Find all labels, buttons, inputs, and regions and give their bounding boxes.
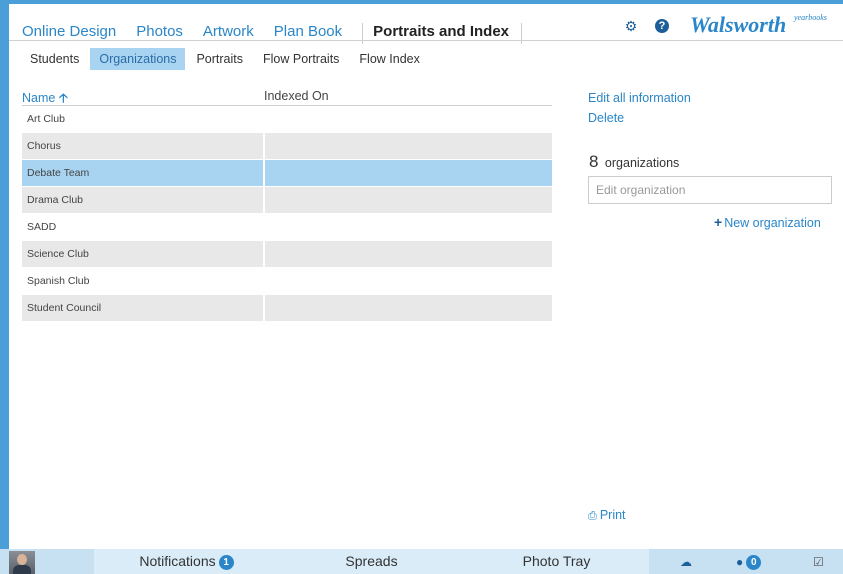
arrow-up-icon: 🡡	[58, 91, 68, 105]
row-name: Science Club	[22, 241, 263, 267]
subtab-organizations[interactable]: Organizations	[90, 48, 186, 70]
help-icon[interactable]: ?	[655, 19, 669, 33]
brand-logo[interactable]: Walsworth	[690, 12, 786, 38]
row-name: Art Club	[27, 113, 65, 125]
table-row[interactable]: SADD	[22, 214, 552, 241]
gear-icon[interactable]: ⚙	[624, 19, 638, 33]
organization-count: 8 organizations	[589, 152, 679, 172]
avatar-body	[13, 565, 31, 574]
edit-organization-input[interactable]	[588, 176, 832, 204]
photo-tray[interactable]: Photo Tray	[464, 549, 649, 574]
row-name: Student Council	[22, 295, 263, 321]
sub-tabs: Students Organizations Portraits Flow Po…	[21, 48, 431, 70]
avatar[interactable]	[9, 551, 35, 574]
subtab-students[interactable]: Students	[21, 48, 88, 70]
edit-all-information-link[interactable]: Edit all information	[588, 91, 691, 105]
tab-plan-book[interactable]: Plan Book	[274, 23, 342, 40]
row-indexed-on	[263, 160, 552, 186]
tab-artwork[interactable]: Artwork	[203, 23, 254, 40]
table-row[interactable]: Student Council	[22, 295, 552, 322]
organizations-table: Name 🡡 Indexed On Art Club Chorus Debate…	[22, 89, 552, 322]
row-indexed-on	[263, 106, 552, 132]
row-name: SADD	[27, 221, 57, 233]
subtab-flow-portraits[interactable]: Flow Portraits	[254, 48, 348, 70]
brand-logo-sub: yearbooks	[794, 13, 827, 22]
print-button[interactable]: ⎙ Print	[588, 508, 626, 523]
column-header-indexed-on: Indexed On	[264, 89, 329, 103]
top-frame-bar	[0, 0, 843, 4]
column-header-name[interactable]: Name 🡡	[22, 89, 264, 105]
row-indexed-on	[263, 268, 552, 294]
row-name: Chorus	[22, 133, 263, 159]
tab-divider	[9, 40, 843, 41]
table-row[interactable]: Drama Club	[22, 187, 552, 214]
row-name: Debate Team	[22, 160, 263, 186]
table-row[interactable]: Science Club	[22, 241, 552, 268]
bottom-trays: Notifications 1 Spreads Photo Tray	[94, 549, 649, 574]
table-row[interactable]: Spanish Club	[22, 268, 552, 295]
chat-icon[interactable]: ● 0	[736, 555, 762, 570]
left-frame-bar	[0, 0, 9, 574]
notifications-tray[interactable]: Notifications 1	[94, 549, 279, 574]
notifications-label: Notifications	[139, 553, 216, 569]
checkbox-icon[interactable]: ☑	[813, 555, 824, 569]
main-tabs: Online Design Photos Artwork Plan Book P…	[22, 16, 523, 44]
spreads-tray[interactable]: Spreads	[279, 549, 464, 574]
row-indexed-on	[263, 241, 552, 267]
row-indexed-on	[263, 295, 552, 321]
table-row-selected[interactable]: Debate Team	[22, 160, 552, 187]
table-header: Name 🡡 Indexed On	[22, 89, 552, 106]
subtab-portraits[interactable]: Portraits	[187, 48, 252, 70]
printer-icon: ⎙	[588, 510, 597, 522]
chat-badge: 0	[746, 555, 762, 570]
cloud-upload-icon[interactable]: ☁	[680, 555, 692, 569]
new-organization-label: New organization	[724, 216, 821, 230]
new-organization-button[interactable]: + New organization	[714, 214, 821, 230]
tab-photos[interactable]: Photos	[136, 23, 183, 40]
organization-count-number: 8	[589, 152, 599, 171]
plus-icon: +	[714, 214, 723, 230]
delete-link[interactable]: Delete	[588, 111, 624, 125]
table-row[interactable]: Chorus	[22, 133, 552, 160]
print-label: Print	[599, 508, 626, 522]
row-indexed-on	[263, 133, 552, 159]
notifications-badge: 1	[218, 555, 234, 570]
row-name: Spanish Club	[27, 275, 90, 287]
row-indexed-on	[263, 214, 552, 240]
subtab-flow-index[interactable]: Flow Index	[350, 48, 428, 70]
organization-count-label: organizations	[604, 156, 680, 170]
row-indexed-on	[263, 187, 552, 213]
table-row[interactable]: Art Club	[22, 106, 552, 133]
avatar-head	[17, 554, 27, 565]
column-header-name-label: Name	[22, 91, 56, 105]
tab-online-design[interactable]: Online Design	[22, 23, 116, 40]
row-name: Drama Club	[22, 187, 263, 213]
